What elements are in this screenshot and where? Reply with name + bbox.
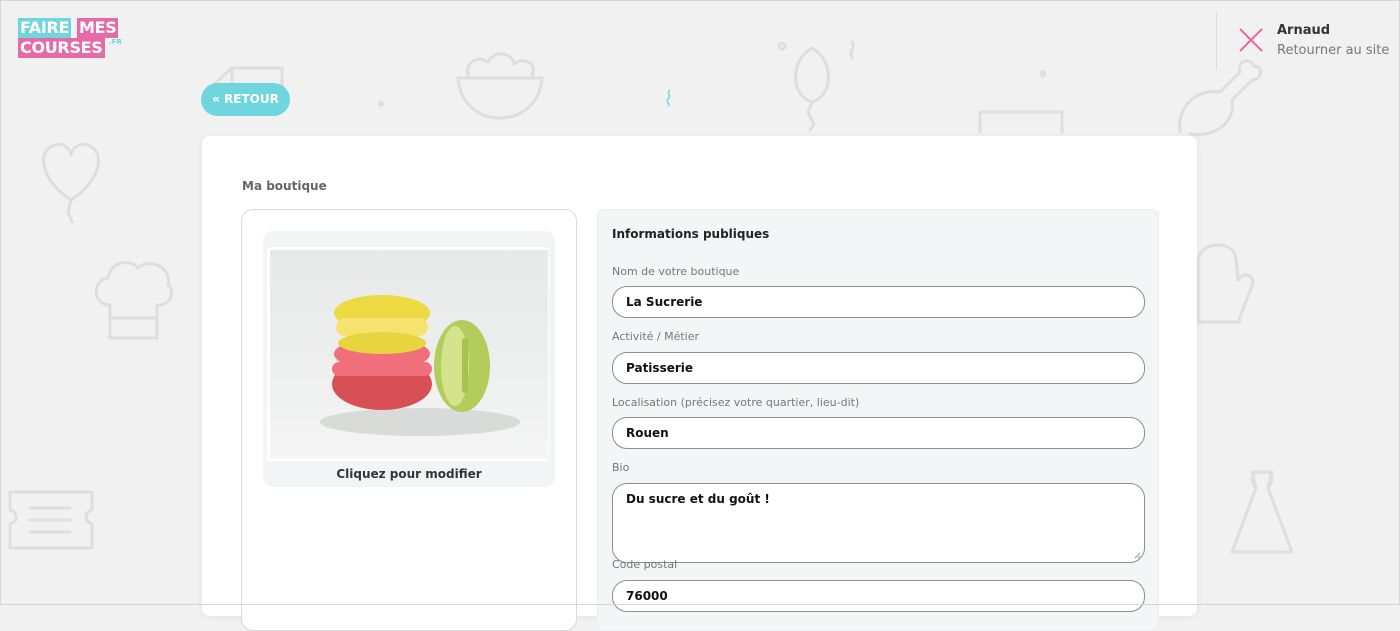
- location-label: Localisation (précisez votre quartier, l…: [612, 396, 860, 409]
- logo-word-courses: COURSES: [18, 38, 105, 58]
- bio-text: Du sucre et du goût !: [626, 492, 770, 506]
- shop-name-label: Nom de votre boutique: [612, 265, 740, 278]
- ticket-doodle: [8, 490, 94, 550]
- cheese-doodle: [978, 110, 1064, 134]
- close-icon[interactable]: [1238, 27, 1264, 53]
- postal-code-label: Code postal: [612, 558, 678, 571]
- chef-hat-doodle: [94, 261, 173, 340]
- back-button[interactable]: « RETOUR: [201, 83, 290, 116]
- resize-grip-icon[interactable]: [1134, 552, 1141, 559]
- bio-label: Bio: [612, 461, 630, 474]
- macarons-photo: [270, 250, 548, 459]
- location-input[interactable]: Rouen: [612, 417, 1145, 449]
- chicken-leg-doodle: [1178, 59, 1262, 137]
- dress-doodle: [1230, 470, 1294, 554]
- bio-textarea[interactable]: Du sucre et du goût !: [612, 483, 1145, 563]
- shop-image-frame: [267, 247, 549, 461]
- dot-doodle: [777, 41, 787, 51]
- site-logo[interactable]: FAIRE MES COURSES .FR: [18, 18, 128, 62]
- shop-image-panel: Cliquez pour modifier: [241, 209, 577, 631]
- shop-image-button[interactable]: Cliquez pour modifier: [263, 231, 555, 487]
- dot-doodle: [1039, 70, 1047, 78]
- bowl-doodle: [456, 52, 544, 120]
- loading-squiggle-icon: [666, 89, 671, 107]
- activity-input[interactable]: Patisserie: [612, 352, 1145, 384]
- user-name: Arnaud: [1277, 23, 1331, 38]
- shop-name-input[interactable]: La Sucrerie: [612, 286, 1145, 318]
- oven-mitt-doodle: [1194, 243, 1255, 324]
- dot-doodle: [378, 101, 384, 107]
- info-title: Informations publiques: [612, 227, 770, 241]
- logo-word-mes: MES: [77, 18, 119, 38]
- public-info-panel: Informations publiques Nom de votre bout…: [597, 209, 1159, 631]
- section-title: Ma boutique: [242, 179, 327, 193]
- logo-word-faire: FAIRE: [18, 18, 72, 38]
- heart-balloon-doodle: [42, 142, 100, 224]
- postal-code-input[interactable]: 76000: [612, 580, 1145, 612]
- activity-label: Activité / Métier: [612, 330, 700, 343]
- balloon-doodle: [794, 40, 855, 132]
- logo-suffix: .FR: [109, 38, 122, 46]
- image-caption: Cliquez pour modifier: [336, 467, 482, 481]
- return-to-site-link[interactable]: Retourner au site: [1277, 43, 1389, 58]
- shop-card: Ma boutique Cliquez pour modifier Inform…: [202, 136, 1197, 631]
- header-divider: [1216, 12, 1217, 70]
